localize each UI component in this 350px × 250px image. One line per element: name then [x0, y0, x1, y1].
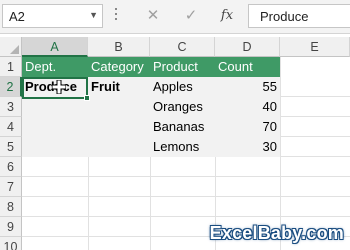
formula-input-value: Produce [260, 9, 309, 24]
name-box-value: A2 [9, 9, 25, 24]
row-header-7[interactable]: 7 [0, 177, 22, 197]
cell-d4[interactable]: 70 [215, 117, 280, 137]
select-all-button[interactable] [0, 37, 22, 57]
chevron-down-icon[interactable]: ▼ [89, 10, 98, 20]
column-header-a[interactable]: A [22, 37, 88, 57]
formula-input[interactable]: Produce [248, 4, 350, 28]
column-header-d[interactable]: D [215, 37, 280, 57]
name-box[interactable]: A2 ▼ [2, 4, 103, 28]
cell-c1[interactable]: Product [150, 57, 215, 77]
row-header-6[interactable]: 6 [0, 157, 22, 177]
cell-a1[interactable]: Dept. [22, 57, 88, 77]
row-header-4[interactable]: 4 [0, 117, 22, 137]
row-header-2[interactable]: 2 [0, 77, 22, 97]
worksheet-grid[interactable]: A B C D E 1 2 3 4 5 6 7 8 9 10 Dept. Cat… [0, 34, 350, 250]
cell-c2[interactable]: Apples [153, 77, 215, 97]
gridline [280, 57, 281, 250]
grip-dots-icon[interactable] [115, 8, 118, 25]
column-header-e[interactable]: E [280, 37, 350, 57]
formula-bar: A2 ▼ ✕ ✓ fx Produce [0, 0, 350, 34]
cancel-icon[interactable]: ✕ [138, 4, 168, 28]
gridline [22, 216, 350, 217]
cell-d5[interactable]: 30 [215, 137, 280, 157]
row-header-9[interactable]: 9 [0, 217, 22, 237]
row-header-8[interactable]: 8 [0, 197, 22, 217]
cell-d1[interactable]: Count [215, 57, 280, 77]
cell-d3[interactable]: 40 [215, 97, 280, 117]
column-header-b[interactable]: B [88, 37, 150, 57]
cell-c5[interactable]: Lemons [153, 137, 215, 157]
watermark: ExcelBaby.com [209, 223, 344, 243]
row-header-1[interactable]: 1 [0, 57, 22, 77]
gridline [22, 176, 350, 177]
row-header-3[interactable]: 3 [0, 97, 22, 117]
insert-function-icon[interactable]: fx [212, 4, 242, 28]
enter-icon[interactable]: ✓ [176, 4, 206, 28]
cell-c3[interactable]: Oranges [153, 97, 215, 117]
cell-b1[interactable]: Category [88, 57, 150, 77]
column-header-c[interactable]: C [150, 37, 215, 57]
fill-handle[interactable] [84, 95, 90, 101]
move-cursor-icon [52, 80, 66, 94]
row-header-10[interactable]: 10 [0, 237, 22, 250]
row-header-5[interactable]: 5 [0, 137, 22, 157]
cell-c4[interactable]: Bananas [153, 117, 215, 137]
cell-b2[interactable]: Fruit [91, 77, 150, 97]
cell-d2[interactable]: 55 [215, 77, 280, 97]
gridline [22, 196, 350, 197]
